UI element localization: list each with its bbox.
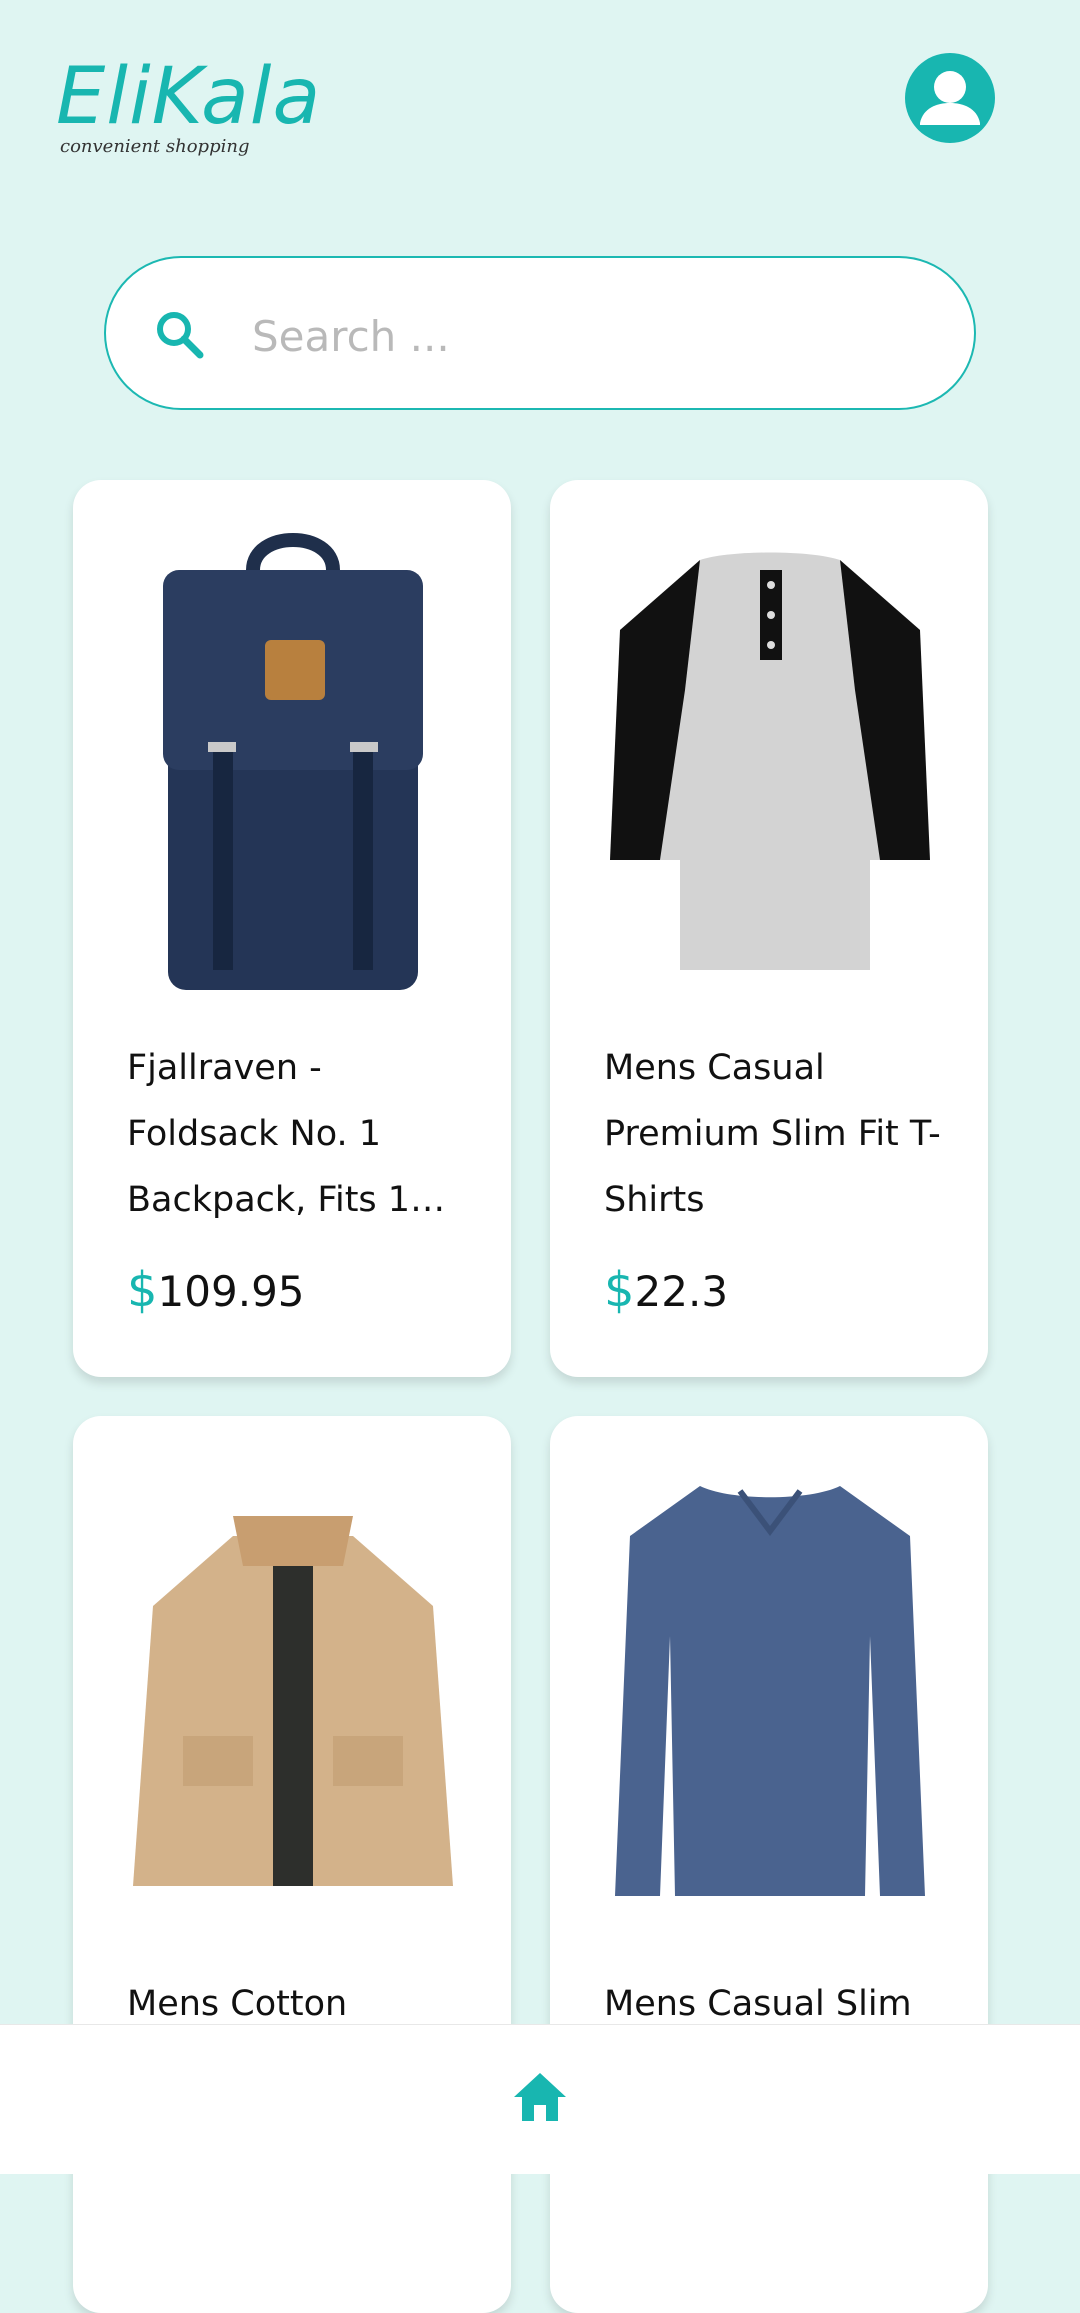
search-bar[interactable] [104, 256, 976, 410]
product-image-jacket [133, 1516, 453, 1886]
price-value: 109.95 [157, 1267, 305, 1316]
product-card[interactable]: Mens Casual Slim [550, 1416, 988, 2313]
product-card[interactable]: Mens Cotton [73, 1416, 511, 2313]
app-name: EliKala [56, 52, 322, 142]
product-price: $109.95 [127, 1262, 305, 1318]
app-logo: EliKala convenient shopping [56, 52, 321, 158]
user-avatar-icon[interactable] [905, 53, 995, 143]
app-header: EliKala convenient shopping [0, 0, 1080, 200]
home-icon[interactable] [510, 2067, 570, 2127]
product-image-tshirt [610, 552, 930, 970]
product-price: $22.3 [604, 1262, 728, 1318]
search-icon[interactable] [152, 307, 208, 363]
product-title: Fjallraven - Foldsack No. 1 Backpack, Fi… [127, 1048, 433, 1220]
product-card[interactable]: Fjallraven - Foldsack No. 1 Backpack, Fi… [73, 480, 511, 1377]
bottom-navigation [0, 2024, 1080, 2174]
search-input[interactable] [250, 290, 934, 382]
product-image-longsleeve [615, 1486, 925, 1896]
product-title: Mens Casual Premium Slim Fit T-Shirts [604, 1048, 941, 1220]
currency-symbol: $ [604, 1262, 635, 1318]
product-image-backpack [163, 533, 423, 990]
price-value: 22.3 [634, 1267, 729, 1316]
product-card[interactable]: Mens Casual Premium Slim Fit T-Shirts $2… [550, 480, 988, 1377]
currency-symbol: $ [127, 1262, 158, 1318]
